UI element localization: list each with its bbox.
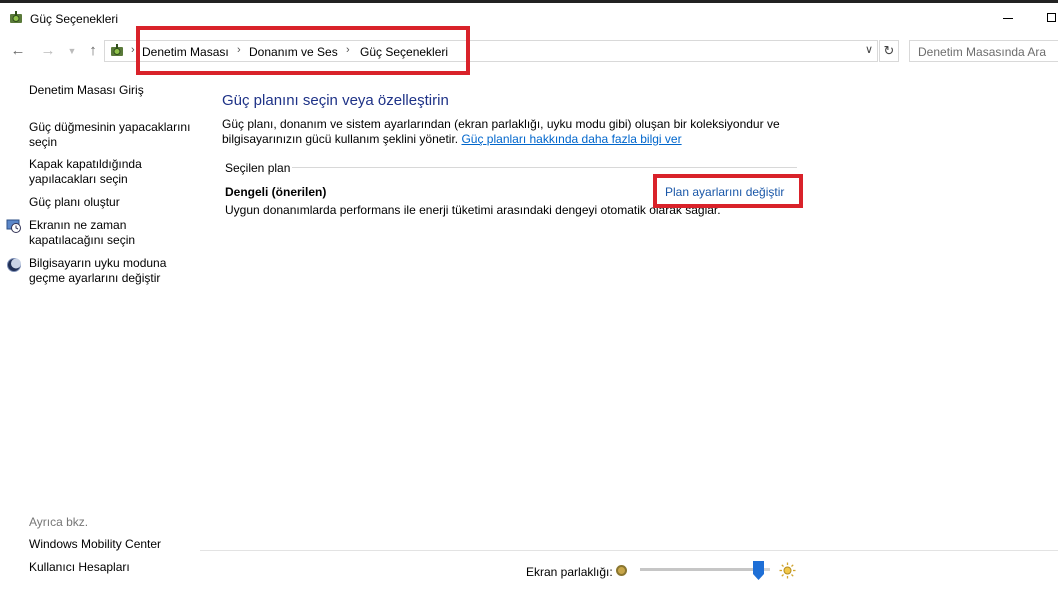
maximize-button[interactable]: [1047, 13, 1056, 22]
sidebar-item-display-off[interactable]: Ekranın ne zaman kapatılacağını seçin: [29, 218, 197, 248]
selected-plan-label: Seçilen plan: [225, 161, 291, 175]
up-arrow-icon[interactable]: ↑: [83, 41, 103, 61]
search-placeholder: Denetim Masasında Ara: [918, 45, 1047, 59]
minimize-button[interactable]: [1003, 18, 1013, 19]
main-content: Güç planını seçin veya özelleştirin Güç …: [200, 70, 1058, 545]
sidebar-item-sleep[interactable]: Bilgisayarın uyku moduna geçme ayarların…: [29, 256, 197, 286]
sidebar-item-label: seçin: [29, 135, 58, 149]
see-also-heading: Ayrıca bkz.: [29, 515, 89, 529]
plan-name: Dengeli (önerilen): [225, 185, 327, 199]
sidebar-item-label: Ekranın ne zaman: [29, 218, 127, 232]
sidebar-item-label: yapılacakları seçin: [29, 172, 128, 186]
sidebar-item-create-plan[interactable]: Güç planı oluştur: [29, 195, 197, 210]
page-title: Güç planını seçin veya özelleştirin: [222, 92, 449, 109]
see-also-mobility-center[interactable]: Windows Mobility Center: [29, 537, 197, 552]
breadcrumb-separator[interactable]: ›: [131, 44, 135, 56]
brightness-label: Ekran parlaklığı:: [526, 565, 613, 579]
sidebar-item-label: kapatılacağını seçin: [29, 233, 136, 247]
power-options-icon: [10, 11, 22, 23]
section-divider: [292, 167, 797, 168]
refresh-icon[interactable]: ↻: [879, 40, 899, 62]
plan-link-highlight-box: [653, 174, 803, 208]
chevron-down-icon[interactable]: ▼: [62, 41, 82, 61]
search-input[interactable]: Denetim Masasında Ara: [909, 40, 1058, 62]
brightness-slider-thumb[interactable]: [753, 561, 764, 580]
brightness-slider-fill: [640, 568, 764, 571]
description-text: bilgisayarınızın gücü kullanım şeklini y…: [222, 132, 459, 146]
moon-icon: [7, 258, 21, 272]
brightness-slider[interactable]: [640, 568, 770, 571]
sidebar-item-label: Güç düğmesinin yapacaklarını: [29, 120, 191, 134]
dim-brightness-icon: [616, 565, 627, 576]
sidebar-item-power-button[interactable]: Güç düğmesinin yapacaklarını seçin: [29, 120, 197, 150]
plan-description: Uygun donanımlarda performans ile enerji…: [225, 203, 721, 217]
display-clock-icon: [6, 219, 21, 233]
learn-more-link[interactable]: Güç planları hakkında daha fazla bilgi v…: [461, 132, 681, 146]
description-line-2: bilgisayarınızın gücü kullanım şeklini y…: [222, 132, 802, 147]
sidebar-item-lid-close[interactable]: Kapak kapatıldığında yapılacakları seçin: [29, 157, 197, 187]
back-arrow-icon[interactable]: ←: [8, 41, 28, 61]
bright-sun-icon: [779, 562, 796, 579]
sidebar-item-label: geçme ayarlarını değiştir: [29, 271, 161, 285]
sidebar-home-link[interactable]: Denetim Masası Giriş: [29, 83, 197, 98]
description-line: Güç planı, donanım ve sistem ayarlarında…: [222, 117, 780, 131]
forward-arrow-icon[interactable]: →: [38, 41, 58, 61]
see-also-user-accounts[interactable]: Kullanıcı Hesapları: [29, 560, 197, 575]
page-description: Güç planı, donanım ve sistem ayarlarında…: [222, 117, 802, 147]
sidebar-item-label: Güç planı oluştur: [29, 195, 120, 209]
breadcrumb-highlight-box: [136, 26, 470, 75]
power-options-icon: [111, 44, 123, 56]
sidebar-item-label: Kapak kapatıldığında: [29, 157, 142, 171]
address-dropdown-icon[interactable]: ∨: [865, 43, 873, 56]
sidebar: Denetim Masası Giriş Güç düğmesinin yapa…: [0, 70, 200, 595]
sidebar-item-label: Bilgisayarın uyku moduna: [29, 256, 167, 270]
window-title: Güç Seçenekleri: [30, 12, 119, 26]
bottom-divider: [200, 550, 1058, 551]
